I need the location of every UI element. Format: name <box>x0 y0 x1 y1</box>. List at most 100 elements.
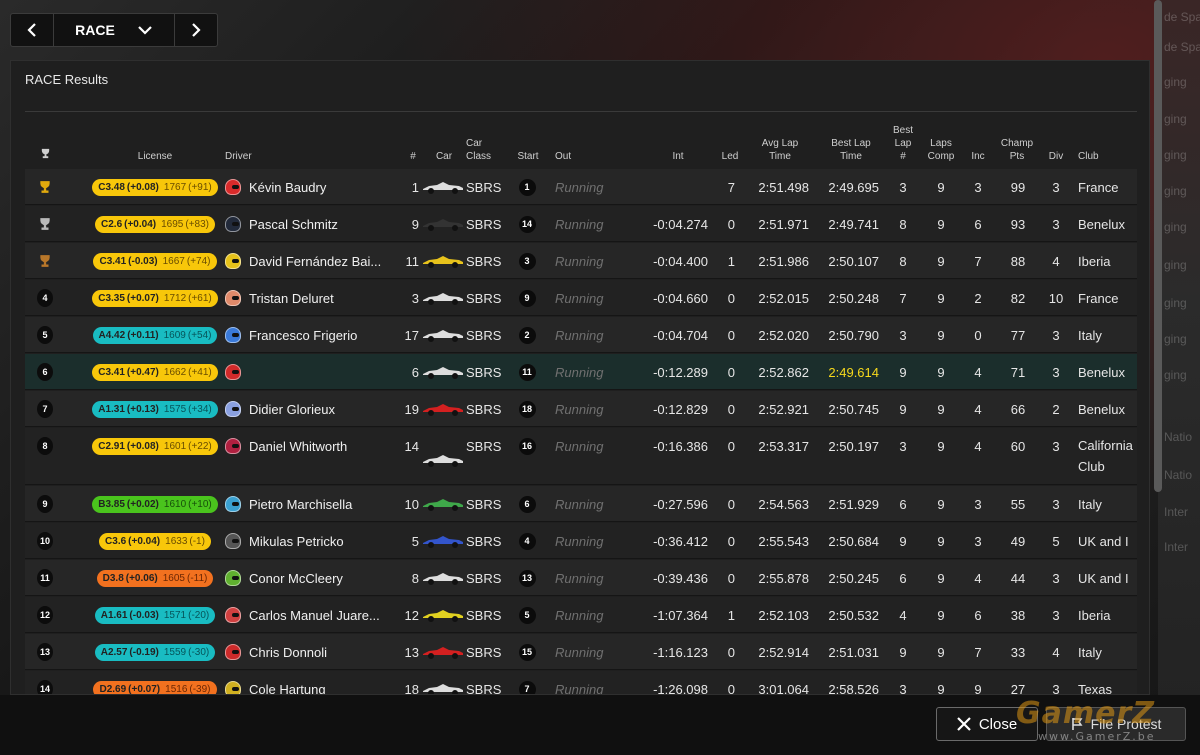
car-class: SBRS <box>466 533 502 549</box>
avg-lap-time: 3:01.064 <box>758 681 809 695</box>
table-row[interactable]: 10 C3.6 (+0.04) 1633 (-1) Mikulas Petricko… <box>25 523 1137 559</box>
division: 3 <box>1052 327 1060 343</box>
champ-points: 88 <box>1010 253 1026 269</box>
license-cell: A1.31 (+0.13) 1575 (+34) <box>83 391 227 427</box>
champ-points: 66 <box>1010 401 1026 417</box>
close-button-label: Close <box>978 715 1018 733</box>
header-license[interactable]: License <box>85 150 225 163</box>
next-session-button[interactable] <box>175 14 217 46</box>
table-row[interactable]: C2.6 (+0.04) 1695 (+83) Pascal Schmitz 9 SB… <box>25 206 1137 242</box>
header-laps-comp[interactable]: Laps Comp <box>925 137 957 163</box>
header-incidents[interactable]: Inc <box>967 150 989 163</box>
car-number: 11 <box>405 253 420 269</box>
interval: -0:12.289 <box>653 364 708 380</box>
header-best-lap-num[interactable]: Best Lap # <box>889 124 917 163</box>
start-position: 16 <box>517 428 537 464</box>
best-lap-time: 2:50.532 <box>828 607 879 623</box>
driver-name[interactable]: Mikulas Petricko <box>249 534 344 549</box>
car-number: 8 <box>411 570 419 586</box>
license-cell: D2.69 (+0.07) 1516 (-39) <box>83 671 227 694</box>
driver-name[interactable]: David Fernández Bai... <box>249 254 381 269</box>
laps-completed: 9 <box>937 496 945 512</box>
driver-cell: Conor McCleery <box>225 560 395 596</box>
prev-session-button[interactable] <box>11 14 53 46</box>
header-division[interactable]: Div <box>1045 150 1067 163</box>
best-lap-number: 3 <box>899 327 907 343</box>
table-row[interactable]: 11 D3.8 (+0.06) 1605 (-11) Conor McCleery 8… <box>25 560 1137 596</box>
license-cell: B3.85 (+0.02) 1610 (+10) <box>83 486 227 522</box>
header-interval[interactable]: Int <box>665 150 691 163</box>
champ-points: 27 <box>1010 681 1026 695</box>
table-row[interactable]: 8 C2.91 (+0.08) 1601 (+22) Daniel Whitwort… <box>25 428 1137 485</box>
car-icon <box>423 330 463 342</box>
table-row[interactable]: 4 C3.35 (+0.07) 1712 (+61) Tristan Deluret… <box>25 280 1137 316</box>
table-row[interactable]: 9 B3.85 (+0.02) 1610 (+10) Pietro Marchise… <box>25 486 1137 522</box>
header-car-number[interactable]: # <box>405 150 421 163</box>
license-badge: C3.35 (+0.07) 1712 (+61) <box>92 289 218 307</box>
background-text: ging <box>1164 220 1187 234</box>
table-row[interactable]: 12 A1.61 (-0.03) 1571 (-20) Carlos Manuel … <box>25 597 1137 633</box>
position-badge: 4 <box>37 289 53 307</box>
license-badge: B3.85 (+0.02) 1610 (+10) <box>92 495 218 513</box>
car-image <box>421 391 465 427</box>
car-number: 18 <box>404 681 419 695</box>
table-row[interactable]: 14 D2.69 (+0.07) 1516 (-39) Cole Hartung 18… <box>25 671 1137 695</box>
header-car-class[interactable]: Car Class <box>466 137 491 163</box>
table-row[interactable]: 7 A1.31 (+0.13) 1575 (+34) Didier Glorieux… <box>25 391 1137 427</box>
driver-name[interactable]: Cole Hartung <box>249 682 326 695</box>
session-dropdown[interactable]: RACE <box>53 14 175 46</box>
header-avg-lap[interactable]: Avg Lap Time <box>755 137 805 163</box>
driver-name[interactable]: Tristan Deluret <box>249 291 334 306</box>
car-image <box>421 442 465 478</box>
division: 3 <box>1052 570 1060 586</box>
driver-cell: Chris Donnoli <box>225 634 395 670</box>
driver-name[interactable]: Carlos Manuel Juare... <box>249 608 380 623</box>
trophy-icon <box>40 255 50 267</box>
gamerz-watermark: GamerZ www.GamerZ.be <box>1016 696 1156 744</box>
background-text: Inter <box>1164 505 1189 519</box>
header-driver[interactable]: Driver <box>225 150 252 163</box>
header-out[interactable]: Out <box>555 150 571 163</box>
license-cell: C3.6 (+0.04) 1633 (-1) <box>83 523 227 559</box>
driver-name[interactable]: Kévin Baudry <box>249 180 326 195</box>
driver-cell: Pietro Marchisella <box>225 486 395 522</box>
helmet-icon <box>225 216 241 232</box>
header-champ-pts[interactable]: Champ Pts <box>997 137 1037 163</box>
driver-cell: Cole Hartung <box>225 671 395 695</box>
best-lap-time: 2:51.929 <box>828 496 879 512</box>
laps-completed: 9 <box>937 681 945 695</box>
finish-position <box>37 243 53 279</box>
table-row[interactable]: 6 C3.41 (+0.47) 1662 (+41) 6 SBRS 11 Running… <box>25 354 1137 390</box>
interval: -0:04.660 <box>653 290 708 306</box>
header-led[interactable]: Led <box>718 150 742 163</box>
driver-name[interactable]: Chris Donnoli <box>249 645 327 660</box>
trophy-icon <box>41 148 49 159</box>
license-badge: C3.6 (+0.04) 1633 (-1) <box>99 532 211 550</box>
header-start[interactable]: Start <box>513 150 543 163</box>
driver-name[interactable]: Francesco Frigerio <box>249 328 357 343</box>
champ-points: 55 <box>1010 496 1026 512</box>
laps-led: 0 <box>727 496 735 512</box>
position-badge: 9 <box>37 495 53 513</box>
driver-name[interactable]: Pietro Marchisella <box>249 497 352 512</box>
driver-cell: Daniel Whitworth <box>225 428 395 464</box>
driver-name[interactable]: Pascal Schmitz <box>249 217 338 232</box>
table-row[interactable]: C3.48 (+0.08) 1767 (+91) Kévin Baudry 1 SBR… <box>25 169 1137 205</box>
results-scrollbar[interactable] <box>1154 0 1162 492</box>
table-row[interactable]: 5 A4.42 (+0.11) 1609 (+54) Francesco Frige… <box>25 317 1137 353</box>
header-club[interactable]: Club <box>1078 150 1099 163</box>
helmet-icon <box>225 644 241 660</box>
header-car[interactable]: Car <box>430 150 458 163</box>
table-row[interactable]: 13 A2.57 (-0.19) 1559 (-30) Chris Donnoli 1… <box>25 634 1137 670</box>
driver-name[interactable]: Daniel Whitworth <box>249 439 347 454</box>
driver-name[interactable]: Didier Glorieux <box>249 402 335 417</box>
position-badge: 5 <box>37 326 53 344</box>
table-row[interactable]: C3.41 (-0.03) 1667 (+74) David Fernández B… <box>25 243 1137 279</box>
header-best-lap[interactable]: Best Lap Time <box>825 137 877 163</box>
interval: -0:04.274 <box>653 216 708 232</box>
driver-cell: Didier Glorieux <box>225 391 395 427</box>
interval: -1:16.123 <box>653 644 708 660</box>
start-position: 4 <box>517 523 537 559</box>
driver-name[interactable]: Conor McCleery <box>249 571 343 586</box>
best-lap-time: 2:49.695 <box>828 179 879 195</box>
